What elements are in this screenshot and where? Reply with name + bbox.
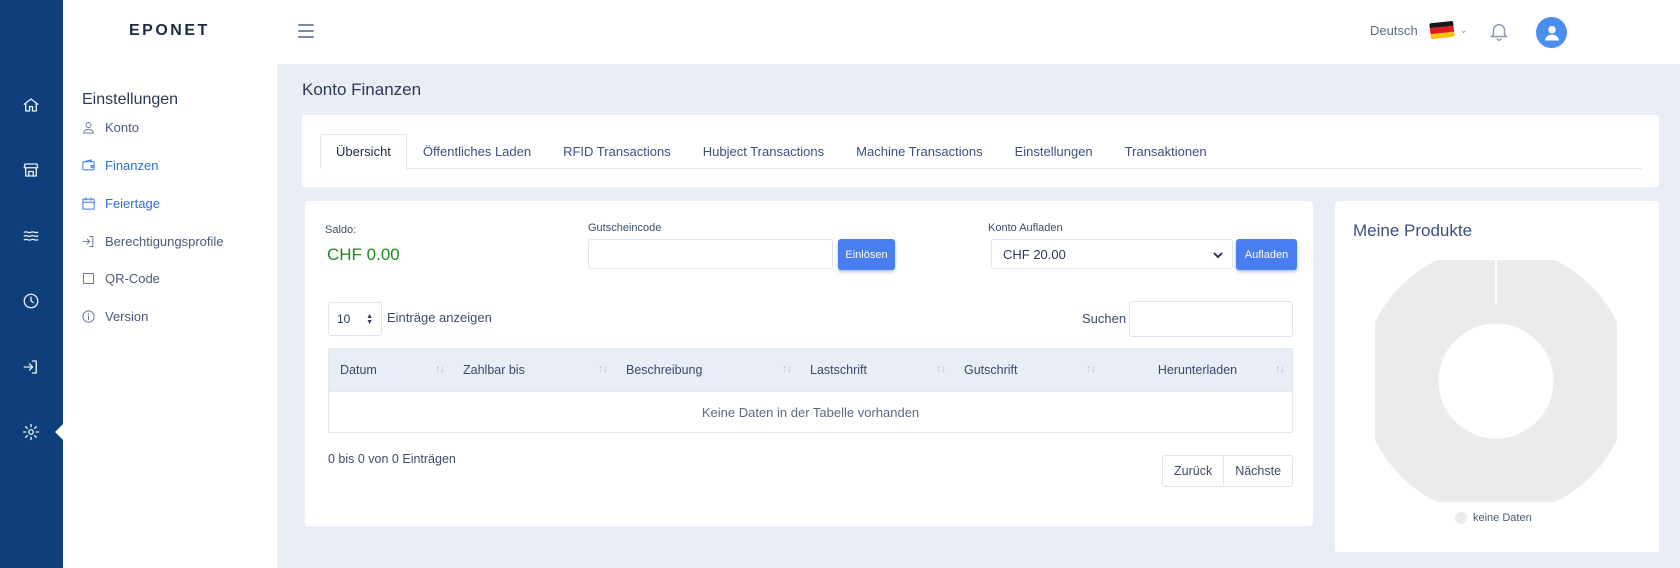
settings-sidebar: Einstellungen Konto Finanzen Feiertage B…	[63, 64, 277, 568]
column-label: Beschreibung	[626, 363, 703, 377]
column-herunterladen[interactable]: Herunterladen ↑↓	[1103, 349, 1292, 391]
tab-machine-transactions[interactable]: Machine Transactions	[840, 134, 998, 169]
sidebar-item-label: Finanzen	[105, 158, 159, 173]
language-label: Deutsch	[1370, 22, 1418, 38]
sign-in-icon	[82, 236, 94, 247]
square-icon	[83, 273, 94, 284]
transactions-table: Datum ↑↓ Zahlbar bis ↑↓ Beschreibung ↑↓ Las…	[328, 348, 1293, 433]
sort-icon: ↑↓	[782, 363, 792, 375]
sidebar-item-qr-code[interactable]: QR-Code	[81, 271, 160, 286]
tab-uebersicht[interactable]: Übersicht	[320, 134, 407, 169]
legend-label: keine Daten	[1473, 512, 1532, 524]
user-icon	[83, 122, 94, 134]
tab-transaktionen[interactable]: Transaktionen	[1109, 134, 1223, 169]
tab-einstellungen[interactable]: Einstellungen	[999, 134, 1109, 169]
entries-select[interactable]: 10 ▲ ▼	[328, 302, 382, 336]
info-icon	[82, 310, 95, 323]
sort-icon: ↑↓	[1275, 363, 1285, 375]
topup-selected-value: CHF 20.00	[1003, 246, 1066, 262]
column-label: Gutschrift	[964, 363, 1018, 377]
sidebar-item-label: Konto	[105, 120, 139, 135]
column-beschreibung[interactable]: Beschreibung ↑↓	[615, 349, 799, 391]
products-donut-chart	[1375, 260, 1617, 502]
search-input[interactable]	[1129, 301, 1293, 337]
clock-icon[interactable]	[17, 287, 45, 315]
waves-icon[interactable]	[17, 222, 45, 250]
column-datum[interactable]: Datum ↑↓	[329, 349, 452, 391]
avatar[interactable]	[1536, 17, 1567, 48]
gear-icon[interactable]	[17, 418, 45, 446]
search-label: Suchen	[1082, 311, 1127, 326]
saldo-label: Saldo:	[325, 224, 357, 236]
sidebar-item-berechtigungsprofile[interactable]: Berechtigungsprofile	[81, 234, 224, 249]
home-icon[interactable]	[17, 91, 45, 119]
tab-hubject-transactions[interactable]: Hubject Transactions	[687, 134, 840, 169]
table-empty-row: Keine Daten in der Tabelle vorhanden	[701, 404, 920, 420]
sidebar-item-finanzen[interactable]: Finanzen	[81, 158, 158, 173]
tab-bar: Übersicht Öffentliches Laden RFID Transa…	[320, 134, 1223, 169]
wallet-icon	[82, 159, 95, 171]
logo: EPONET	[129, 22, 210, 39]
pagination: Zurück Nächste	[1162, 455, 1294, 487]
sidebar-title: Einstellungen	[82, 91, 179, 108]
column-zahlbar-bis[interactable]: Zahlbar bis ↑↓	[452, 349, 615, 391]
login-icon[interactable]	[17, 353, 45, 381]
table-info: 0 bis 0 von 0 Einträgen	[328, 452, 456, 466]
column-label: Herunterladen	[1157, 363, 1238, 377]
language-selector[interactable]: Deutsch ⌄	[1370, 20, 1468, 40]
column-label: Lastschrift	[810, 363, 867, 377]
topup-label: Konto Aufladen	[988, 222, 1063, 234]
calendar-icon	[82, 197, 95, 210]
voucher-label: Gutscheincode	[588, 222, 662, 234]
user-avatar-icon	[1544, 25, 1559, 40]
column-label: Datum	[340, 363, 377, 377]
menu-icon[interactable]	[295, 20, 317, 42]
sidebar-item-version[interactable]: Version	[81, 309, 148, 324]
topup-amount-select[interactable]: CHF 20.00	[991, 239, 1233, 269]
voucher-input[interactable]	[588, 239, 833, 269]
tab-rfid-transactions[interactable]: RFID Transactions	[547, 134, 687, 169]
redeem-button[interactable]: Einlösen	[838, 239, 895, 270]
donut-empty-slice	[1375, 260, 1617, 502]
chevron-down-icon: ⌄	[1459, 24, 1468, 35]
sort-arrows-icon: ▲ ▼	[366, 313, 373, 326]
entries-value: 10	[337, 312, 351, 326]
tab-oeffentliches-laden[interactable]: Öffentliches Laden	[407, 134, 547, 169]
topup-button[interactable]: Aufladen	[1236, 239, 1297, 270]
sort-icon: ↑↓	[435, 363, 445, 375]
table-header: Datum ↑↓ Zahlbar bis ↑↓ Beschreibung ↑↓ Las…	[329, 349, 1292, 392]
store-icon[interactable]	[17, 156, 45, 184]
finance-card: Saldo: CHF 0.00 Gutscheincode Einlösen K…	[305, 201, 1313, 526]
tabs-card: Übersicht Öffentliches Laden RFID Transa…	[302, 115, 1659, 187]
sidebar-item-label: Version	[105, 309, 149, 324]
chevron-down-icon	[1213, 248, 1223, 259]
column-gutschrift[interactable]: Gutschrift ↑↓	[953, 349, 1103, 391]
top-header: EPONET Deutsch ⌄	[63, 0, 1680, 64]
sort-icon: ↑↓	[598, 363, 608, 375]
german-flag-icon	[1428, 20, 1455, 40]
column-lastschrift[interactable]: Lastschrift ↑↓	[799, 349, 953, 391]
sidebar-item-label: Berechtigungsprofile	[105, 234, 224, 249]
sidebar-item-label: Feiertage	[105, 196, 160, 211]
entries-label: Einträge anzeigen	[387, 310, 492, 325]
nav-rail	[0, 0, 64, 568]
page-title: Konto Finanzen	[302, 80, 422, 99]
sort-icon: ↑↓	[936, 363, 946, 375]
prev-page-button[interactable]: Zurück	[1163, 456, 1223, 486]
products-card: Meine Produkte keine Daten	[1335, 201, 1659, 552]
chart-legend[interactable]: keine Daten	[1455, 512, 1532, 524]
sidebar-item-label: QR-Code	[105, 271, 160, 286]
bell-icon[interactable]	[1488, 20, 1512, 44]
sort-icon: ↑↓	[1086, 363, 1096, 375]
sidebar-item-konto[interactable]: Konto	[81, 120, 139, 135]
column-label: Zahlbar bis	[463, 363, 525, 377]
next-page-button[interactable]: Nächste	[1223, 456, 1292, 486]
legend-swatch	[1455, 512, 1467, 524]
products-title: Meine Produkte	[1353, 221, 1473, 240]
saldo-value: CHF 0.00	[327, 245, 400, 264]
sidebar-item-feiertage[interactable]: Feiertage	[81, 196, 160, 211]
